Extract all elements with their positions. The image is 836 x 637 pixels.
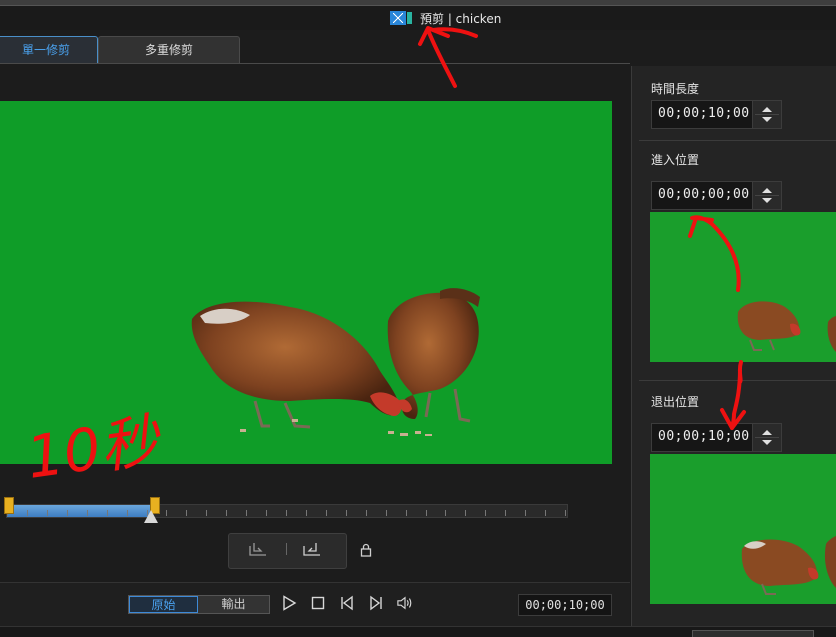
timeline-tick [206,510,207,516]
section-divider [639,380,836,381]
timeline-tick [246,510,247,516]
timeline-tick [485,510,486,516]
timeline-tick [386,510,387,516]
timeline-tick [545,510,546,516]
source-output-toggle: 原始 輸出 [128,595,270,614]
mark-in-icon[interactable] [249,542,267,556]
timeline-tick [226,510,227,516]
timeline-tick [166,510,167,516]
tab-single-trim[interactable]: 單一修剪 [0,36,98,64]
section-divider [639,140,836,141]
chicken-footage [191,288,480,436]
volume-icon[interactable] [397,595,413,611]
playhead-handle[interactable] [144,510,158,523]
timeline-tick [286,510,287,516]
timeline-selected-range [7,505,152,517]
out-point-field[interactable]: 00;00;10;00 [651,423,782,452]
video-preview [0,101,612,464]
play-icon[interactable] [281,595,297,611]
timeline-tick [107,510,108,516]
duration-label: 時間長度 [651,82,700,96]
timeline-tick [67,510,68,516]
tab-single-trim-label: 單一修剪 [21,43,70,57]
duration-value: 00;00;10;00 [658,106,750,121]
stepper-up-icon[interactable] [762,107,772,112]
timeline-tick [87,510,88,516]
tab-multi-trim-label: 多重修剪 [144,43,193,57]
in-point-label: 進入位置 [651,153,700,167]
in-point-stepper[interactable] [752,182,781,209]
stepper-down-icon[interactable] [762,117,772,122]
in-point-thumbnail [650,212,836,362]
mark-out-icon[interactable] [303,542,321,556]
timeline-tick [445,510,446,516]
timeline-tick [406,510,407,516]
window-title-text: 預剪 | chicken [420,11,502,26]
lock-icon[interactable] [360,543,372,557]
timeline-tick [465,510,466,516]
stepper-up-icon[interactable] [762,430,772,435]
in-point-field[interactable]: 00;00;00;00 [651,181,782,210]
timeline-tick [346,510,347,516]
prev-frame-icon[interactable] [339,595,355,611]
timeline-tick [426,510,427,516]
window-title: 預剪 | chicken [390,9,501,27]
tab-multi-trim[interactable]: 多重修剪 [98,36,240,64]
current-time-display: 00;00;10;00 [518,594,612,616]
timeline-tick [266,510,267,516]
timeline-tick [366,510,367,516]
timeline-tick [127,510,128,516]
mark-in-out-group [228,533,347,569]
stepper-down-icon[interactable] [762,440,772,445]
trim-in-handle[interactable] [4,497,14,514]
duration-stepper[interactable] [752,101,781,128]
stepper-up-icon[interactable] [762,188,772,193]
out-point-value: 00;00;10;00 [658,429,750,444]
source-mode-button[interactable]: 原始 [129,596,198,613]
stop-icon[interactable] [310,595,326,611]
timeline-tick [47,510,48,516]
out-point-thumbnail [650,454,836,604]
next-frame-icon[interactable] [368,595,384,611]
mark-separator [286,543,287,555]
in-point-value: 00;00;00;00 [658,187,750,202]
out-point-label: 退出位置 [651,395,700,409]
timeline-tick [27,510,28,516]
timeline-tick [326,510,327,516]
timeline-tick [186,510,187,516]
timeline-tick [525,510,526,516]
timeline-tick [505,510,506,516]
timeline-tick [306,510,307,516]
output-mode-button[interactable]: 輸出 [198,596,269,613]
out-point-stepper[interactable] [752,424,781,451]
timeline-tick [565,510,566,516]
duration-field[interactable]: 00;00;10;00 [651,100,782,129]
in-point-chicken-image [737,301,836,352]
video-clip-icon [390,11,412,25]
stepper-down-icon[interactable] [762,198,772,203]
out-point-chicken-image [741,536,836,595]
